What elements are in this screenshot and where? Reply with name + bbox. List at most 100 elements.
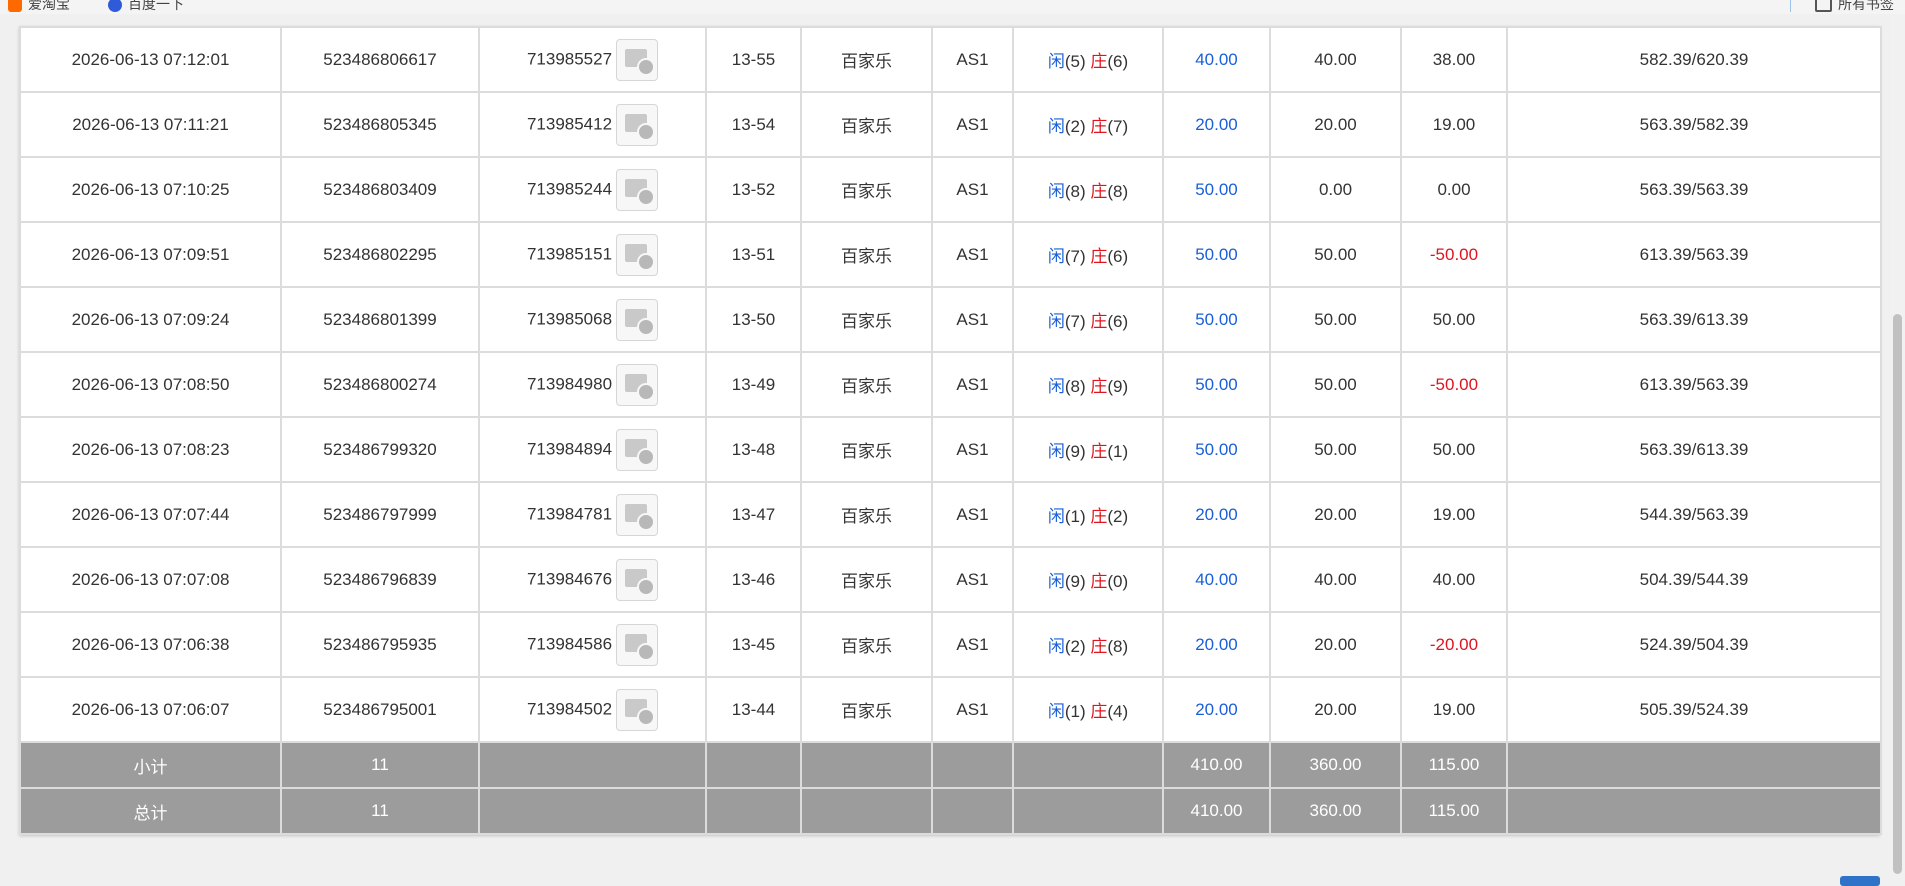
table-shoe-cell: 13-51 [705,221,802,288]
hall-code-cell: AS1 [931,26,1014,93]
empty-cell [705,741,802,789]
bookmarks-bar: 爱淘宝 百度一下 所有书签 [0,0,1905,14]
banker-score: (2) [1107,507,1129,526]
game-replay-video-icon[interactable] [616,168,659,211]
player-score: (1) [1064,702,1086,721]
total-label: 总计 [19,787,282,835]
order-number-cell: 523486796839 [280,546,480,613]
game-result-cell: 闲(7) 庄(6) [1012,221,1164,288]
order-number-cell: 523486795935 [280,611,480,678]
table-row: 2026-06-13 07:06:07 523486795001 713984502… [19,676,1882,743]
table-row: 2026-06-13 07:11:21 523486805345 713985412… [19,91,1882,158]
round-number-cell: 713984980 [478,351,707,418]
game-type-cell: 百家乐 [800,156,933,223]
bet-time-cell: 2026-06-13 07:11:21 [19,91,282,158]
game-replay-video-icon[interactable] [616,233,659,276]
round-number: 713984894 [526,438,613,458]
balance-change-cell: 563.39/563.39 [1506,156,1882,223]
round-number: 713985068 [526,308,613,328]
player-label: 闲 [1047,247,1065,266]
game-replay-video-icon[interactable] [616,688,659,731]
game-replay-video-icon[interactable] [616,623,659,666]
bet-time-cell: 2026-06-13 07:06:38 [19,611,282,678]
bookmark-taobao[interactable]: 爱淘宝 [8,0,70,14]
order-number-cell: 523486795001 [280,676,480,743]
empty-cell [800,787,933,835]
game-type-cell: 百家乐 [800,351,933,418]
bet-time-cell: 2026-06-13 07:09:51 [19,221,282,288]
bet-amount-cell: 50.00 [1162,351,1271,418]
balance-change-cell: 505.39/524.39 [1506,676,1882,743]
game-replay-video-icon[interactable] [616,363,659,406]
game-replay-video-icon[interactable] [616,298,659,341]
empty-cell [1012,741,1164,789]
table-shoe-cell: 13-45 [705,611,802,678]
empty-cell [800,741,933,789]
player-score: (7) [1064,247,1086,266]
bet-amount-cell: 20.00 [1162,676,1271,743]
order-number-cell: 523486806617 [280,26,480,93]
table-row: 2026-06-13 07:08:50 523486800274 713984980… [19,351,1882,418]
win-loss-cell: 0.00 [1400,156,1508,223]
game-type-cell: 百家乐 [800,676,933,743]
round-number: 713984586 [526,633,613,653]
round-number: 713985244 [526,178,613,198]
valid-bet-cell: 50.00 [1269,351,1402,418]
round-number: 713985527 [526,48,613,68]
back-to-top-button[interactable] [1840,876,1880,886]
banker-label: 庄 [1090,247,1108,266]
player-score: (9) [1064,442,1086,461]
hall-code-cell: AS1 [931,611,1014,678]
valid-bet-cell: 20.00 [1269,676,1402,743]
round-number-cell: 713984894 [478,416,707,483]
round-number-cell: 713985412 [478,91,707,158]
table-shoe-cell: 13-46 [705,546,802,613]
bookmark-all-bookmarks[interactable]: 所有书签 [1815,0,1894,14]
round-number-cell: 713985244 [478,156,707,223]
player-label: 闲 [1047,312,1065,331]
valid-bet-cell: 20.00 [1269,481,1402,548]
page-scrollbar[interactable] [1890,14,1905,881]
win-loss-cell: 19.00 [1400,481,1508,548]
valid-bet-cell: 50.00 [1269,416,1402,483]
game-replay-video-icon[interactable] [616,558,659,601]
table-shoe-cell: 13-50 [705,286,802,353]
bet-amount-cell: 40.00 [1162,546,1271,613]
game-result-cell: 闲(8) 庄(8) [1012,156,1164,223]
bookmark-separator [1790,0,1791,12]
subtotal-row: 小计 11 410.00 360.00 115.00 [19,741,1882,789]
round-number-cell: 713985527 [478,26,707,93]
game-replay-video-icon[interactable] [616,493,659,536]
table-row: 2026-06-13 07:07:08 523486796839 713984676… [19,546,1882,613]
empty-cell [931,787,1014,835]
order-number-cell: 523486805345 [280,91,480,158]
valid-bet-cell: 50.00 [1269,286,1402,353]
empty-cell [478,787,707,835]
scrollbar-thumb[interactable] [1893,314,1902,874]
game-result-cell: 闲(1) 庄(4) [1012,676,1164,743]
subtotal-count: 11 [280,741,480,789]
game-result-cell: 闲(7) 庄(6) [1012,286,1164,353]
banker-score: (8) [1107,182,1129,201]
win-loss-cell: 19.00 [1400,91,1508,158]
game-result-cell: 闲(8) 庄(9) [1012,351,1164,418]
game-replay-video-icon[interactable] [616,103,659,146]
bookmark-label: 所有书签 [1838,0,1894,12]
hall-code-cell: AS1 [931,221,1014,288]
banker-label: 庄 [1090,702,1108,721]
game-type-cell: 百家乐 [800,481,933,548]
round-number: 713985412 [526,113,613,133]
total-row: 总计 11 410.00 360.00 115.00 [19,787,1882,835]
game-replay-video-icon[interactable] [616,428,659,471]
game-replay-video-icon[interactable] [616,38,659,81]
valid-bet-cell: 20.00 [1269,611,1402,678]
balance-change-cell: 563.39/613.39 [1506,286,1882,353]
win-loss-cell: 40.00 [1400,546,1508,613]
taobao-icon [8,0,22,13]
balance-change-cell: 613.39/563.39 [1506,221,1882,288]
player-score: (7) [1064,312,1086,331]
round-number: 713984980 [526,373,613,393]
baidu-icon [108,0,122,13]
round-number-cell: 713985068 [478,286,707,353]
bookmark-baidu[interactable]: 百度一下 [108,0,184,14]
